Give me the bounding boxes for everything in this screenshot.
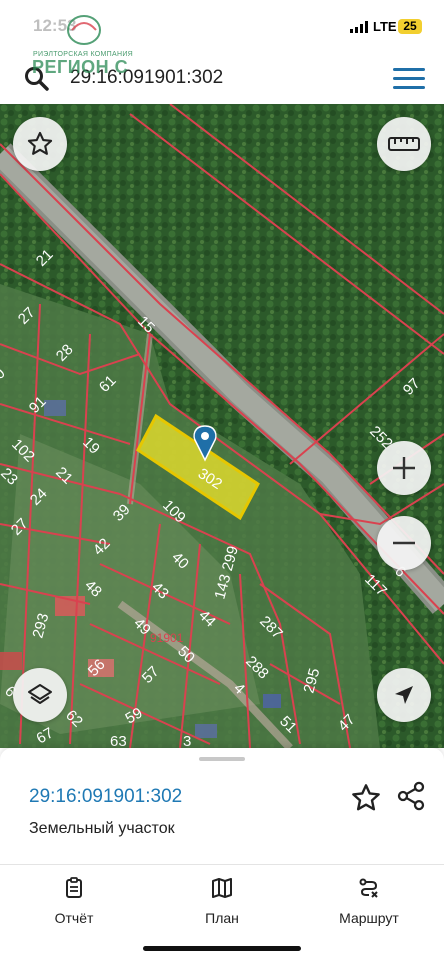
tab-report-label: Отчёт bbox=[54, 910, 94, 926]
zoom-out-button[interactable] bbox=[377, 516, 431, 570]
drag-handle[interactable] bbox=[199, 757, 245, 761]
star-icon[interactable] bbox=[350, 782, 382, 814]
my-location-button[interactable] bbox=[377, 668, 431, 722]
minus-icon bbox=[393, 541, 415, 545]
status-bar: 12:53 LTE 25 bbox=[0, 0, 444, 52]
measure-button[interactable] bbox=[377, 117, 431, 171]
watermark-brand: РЕГИОН С bbox=[32, 57, 129, 77]
star-icon bbox=[27, 131, 53, 155]
tab-plan-label: План bbox=[205, 910, 239, 926]
signal-icon bbox=[350, 21, 368, 33]
parcel-label: 63 bbox=[110, 733, 127, 748]
status-time: 12:53 bbox=[33, 16, 77, 35]
parcel-label: 3 bbox=[183, 733, 191, 748]
route-icon bbox=[359, 878, 378, 898]
menu-icon[interactable] bbox=[393, 68, 425, 90]
tab-plan[interactable]: План bbox=[167, 877, 277, 926]
report-icon bbox=[66, 877, 82, 898]
share-icon[interactable] bbox=[395, 780, 427, 812]
navigation-arrow-icon bbox=[395, 686, 413, 704]
battery-indicator: 25 bbox=[398, 19, 422, 34]
layers-button[interactable] bbox=[13, 668, 67, 722]
network-type: LTE bbox=[373, 19, 397, 34]
zoom-in-button[interactable] bbox=[377, 441, 431, 495]
cadastral-map[interactable]: 302 21 27 15 28 61 0 91 102 19 23 21 24 … bbox=[0, 104, 444, 748]
map-canvas[interactable]: 302 21 27 15 28 61 0 91 102 19 23 21 24 … bbox=[0, 104, 444, 748]
parcel-cadastral-number: 29:16:091901:302 bbox=[29, 786, 183, 807]
tab-route[interactable]: Маршрут bbox=[314, 877, 424, 926]
layers-icon bbox=[28, 684, 52, 704]
tab-report[interactable]: Отчёт bbox=[19, 877, 129, 926]
tab-route-label: Маршрут bbox=[339, 910, 399, 926]
favorite-map-button[interactable] bbox=[13, 117, 67, 171]
map-plan-icon bbox=[212, 878, 232, 898]
plus-icon bbox=[393, 457, 415, 479]
parcel-type: Земельный участок bbox=[29, 820, 175, 837]
home-indicator[interactable] bbox=[143, 946, 301, 951]
ruler-icon bbox=[388, 137, 420, 151]
parcel-info-card[interactable]: 29:16:091901:302 Земельный участок bbox=[0, 748, 444, 864]
quarter-label: 91901 bbox=[150, 631, 184, 645]
